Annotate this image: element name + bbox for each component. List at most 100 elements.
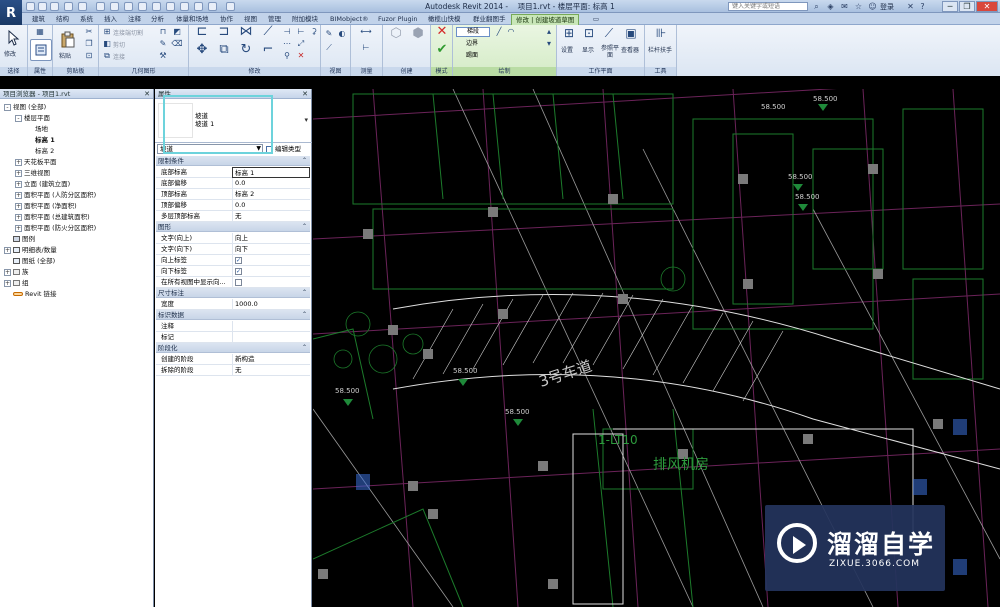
property-value[interactable]: ✓ <box>232 255 310 266</box>
pin-icon[interactable]: ⚲ <box>281 51 293 61</box>
expand-icon[interactable]: + <box>4 279 11 287</box>
dimension-icon[interactable] <box>124 2 133 11</box>
close-icon[interactable]: ✕ <box>302 89 308 99</box>
property-value[interactable]: ✓ <box>232 266 310 277</box>
tab-qunye[interactable]: 群业翻图手 <box>469 14 510 25</box>
finish-edit-icon[interactable]: ✔ <box>435 43 449 59</box>
mirror-pick-icon[interactable]: ⋈ <box>237 25 255 43</box>
subscription-icon[interactable]: ◈ <box>826 2 835 11</box>
tab-insert[interactable]: 插入 <box>100 14 121 25</box>
tab-modify-create-ramp-sketch[interactable]: 修改 | 创建坡道草图 <box>511 14 580 25</box>
array-icon[interactable]: ⋯ <box>281 39 293 49</box>
panel-tools-label[interactable]: 工具 <box>645 67 676 76</box>
panel-geometry-label[interactable]: 几何图形 <box>99 67 188 76</box>
browser-item[interactable]: - 楼层平面 <box>15 113 50 124</box>
tab-addins[interactable]: 附加模块 <box>288 14 322 25</box>
redo-icon[interactable] <box>78 2 87 11</box>
property-group-header[interactable]: 阶段化 ⌃ <box>156 343 310 353</box>
browser-item[interactable]: Revit 链接 <box>4 289 57 300</box>
switch-windows-icon[interactable] <box>208 2 217 11</box>
show-label[interactable]: 显示 <box>582 45 594 54</box>
paint-icon[interactable]: ✎ <box>157 39 169 49</box>
browser-item[interactable]: + 天花板平面 <box>15 157 57 168</box>
customize-qat-icon[interactable] <box>226 2 235 11</box>
properties-button[interactable] <box>30 39 52 61</box>
reference-plane-icon[interactable]: ⟋ <box>601 27 617 42</box>
browser-item[interactable]: 图纸 (全部) <box>4 256 55 267</box>
tab-fuzor[interactable]: Fuzor Plugin <box>374 14 422 25</box>
cut-geometry-label[interactable]: 剪切 <box>113 40 125 49</box>
offset-icon[interactable]: ⊐ <box>215 25 233 43</box>
checkbox-unchecked[interactable] <box>235 279 242 286</box>
split-face-icon[interactable]: ◩ <box>171 27 183 37</box>
expand-icon[interactable]: + <box>15 158 22 166</box>
draw-scroll-down-icon[interactable]: ▾ <box>543 39 555 49</box>
mirror-draw-icon[interactable]: ⟋ <box>259 25 277 43</box>
draw-boundary-button[interactable]: 边界 <box>456 39 490 49</box>
join-icon[interactable]: ⧉ <box>101 51 113 61</box>
search-icon[interactable]: ⌕ <box>812 2 821 11</box>
help-search-input[interactable]: 键入关键字或短语 <box>728 2 808 11</box>
browser-item[interactable]: 图例 <box>4 234 35 245</box>
browser-item[interactable]: 场地 <box>26 124 48 135</box>
tab-structure[interactable]: 结构 <box>52 14 73 25</box>
expand-icon[interactable]: + <box>15 180 22 188</box>
align-icon[interactable]: ⊏ <box>193 25 211 43</box>
copy-icon[interactable]: ❐ <box>83 39 95 49</box>
create-parts-icon[interactable]: ⬢ <box>409 27 427 45</box>
property-value[interactable]: 向下 <box>232 244 310 255</box>
browser-item[interactable]: 标高 2 <box>26 146 54 157</box>
browser-item[interactable]: + 面积平面 (防火分区面积) <box>15 223 96 234</box>
restore-button[interactable]: ❐ <box>959 1 975 12</box>
browser-item[interactable]: - 视图 (全部) <box>4 102 46 113</box>
panel-mode-label[interactable]: 模式 <box>431 67 452 76</box>
delete-icon[interactable]: ✕ <box>295 51 307 61</box>
property-value[interactable]: 新构造 <box>232 354 310 365</box>
panel-measure-label[interactable]: 测量 <box>351 67 382 76</box>
trim-extend-icon[interactable]: ⌐ <box>259 43 277 61</box>
modify-button[interactable] <box>3 27 25 49</box>
set-workplane-icon[interactable]: ⊞ <box>561 27 577 42</box>
show-workplane-icon[interactable]: ⊡ <box>581 27 597 42</box>
line-icon[interactable]: ╱ <box>493 27 505 37</box>
hide-element-icon[interactable]: ◐ <box>336 29 348 39</box>
expand-icon[interactable]: + <box>15 224 22 232</box>
browser-item[interactable]: + 族 <box>4 267 29 278</box>
scale-icon[interactable]: ⤢ <box>295 39 307 49</box>
browser-item[interactable]: + 面积平面 (总建筑面积) <box>15 212 90 223</box>
property-group-header[interactable]: 标识数据 ⌃ <box>156 310 310 320</box>
browser-item[interactable]: + 三维视图 <box>15 168 50 179</box>
aligned-dimension-icon[interactable]: ⊢ <box>355 43 377 53</box>
panel-properties-label[interactable]: 属性 <box>28 67 52 76</box>
collapse-icon[interactable]: ⌃ <box>302 222 307 232</box>
property-value[interactable]: 无 <box>232 211 310 222</box>
3d-view-icon[interactable] <box>152 2 161 11</box>
browser-item[interactable]: 标高 1 <box>26 135 55 146</box>
favorites-icon[interactable]: ☆ <box>854 2 863 11</box>
split-icon[interactable]: ⊣ <box>281 27 293 37</box>
cut-icon[interactable]: ✂ <box>83 27 95 37</box>
property-group-header[interactable]: 限制条件 ⌃ <box>156 156 310 166</box>
help-icon[interactable]: ? <box>918 2 927 11</box>
ribbon-minimize-icon[interactable]: ▭ <box>588 14 604 25</box>
move-icon[interactable]: ✥ <box>193 43 211 61</box>
expand-icon[interactable]: + <box>15 213 22 221</box>
property-value[interactable]: 标高 1 <box>232 167 310 178</box>
property-value[interactable]: 向上 <box>232 233 310 244</box>
railing-label[interactable]: 栏杆扶手 <box>648 45 672 54</box>
print-icon[interactable] <box>96 2 105 11</box>
linework-icon[interactable]: ⟋ <box>323 43 335 53</box>
minimize-button[interactable]: ─ <box>942 1 958 12</box>
chevron-down-icon[interactable]: ▾ <box>304 116 308 124</box>
property-value[interactable]: 无 <box>232 365 310 376</box>
browser-item[interactable]: + 面积平面 (净面积) <box>15 201 77 212</box>
checkbox-checked[interactable]: ✓ <box>235 257 242 264</box>
tab-systems[interactable]: 系统 <box>76 14 97 25</box>
close-hidden-icon[interactable] <box>194 2 203 11</box>
arc-icon[interactable]: ◠ <box>505 27 517 37</box>
demolish-icon[interactable]: ⚒ <box>157 51 169 61</box>
property-value[interactable] <box>232 332 310 343</box>
close-icon[interactable]: ✕ <box>144 89 150 99</box>
panel-clipboard-label[interactable]: 剪贴板 <box>53 67 98 76</box>
collapse-icon[interactable]: ⌃ <box>302 288 307 298</box>
